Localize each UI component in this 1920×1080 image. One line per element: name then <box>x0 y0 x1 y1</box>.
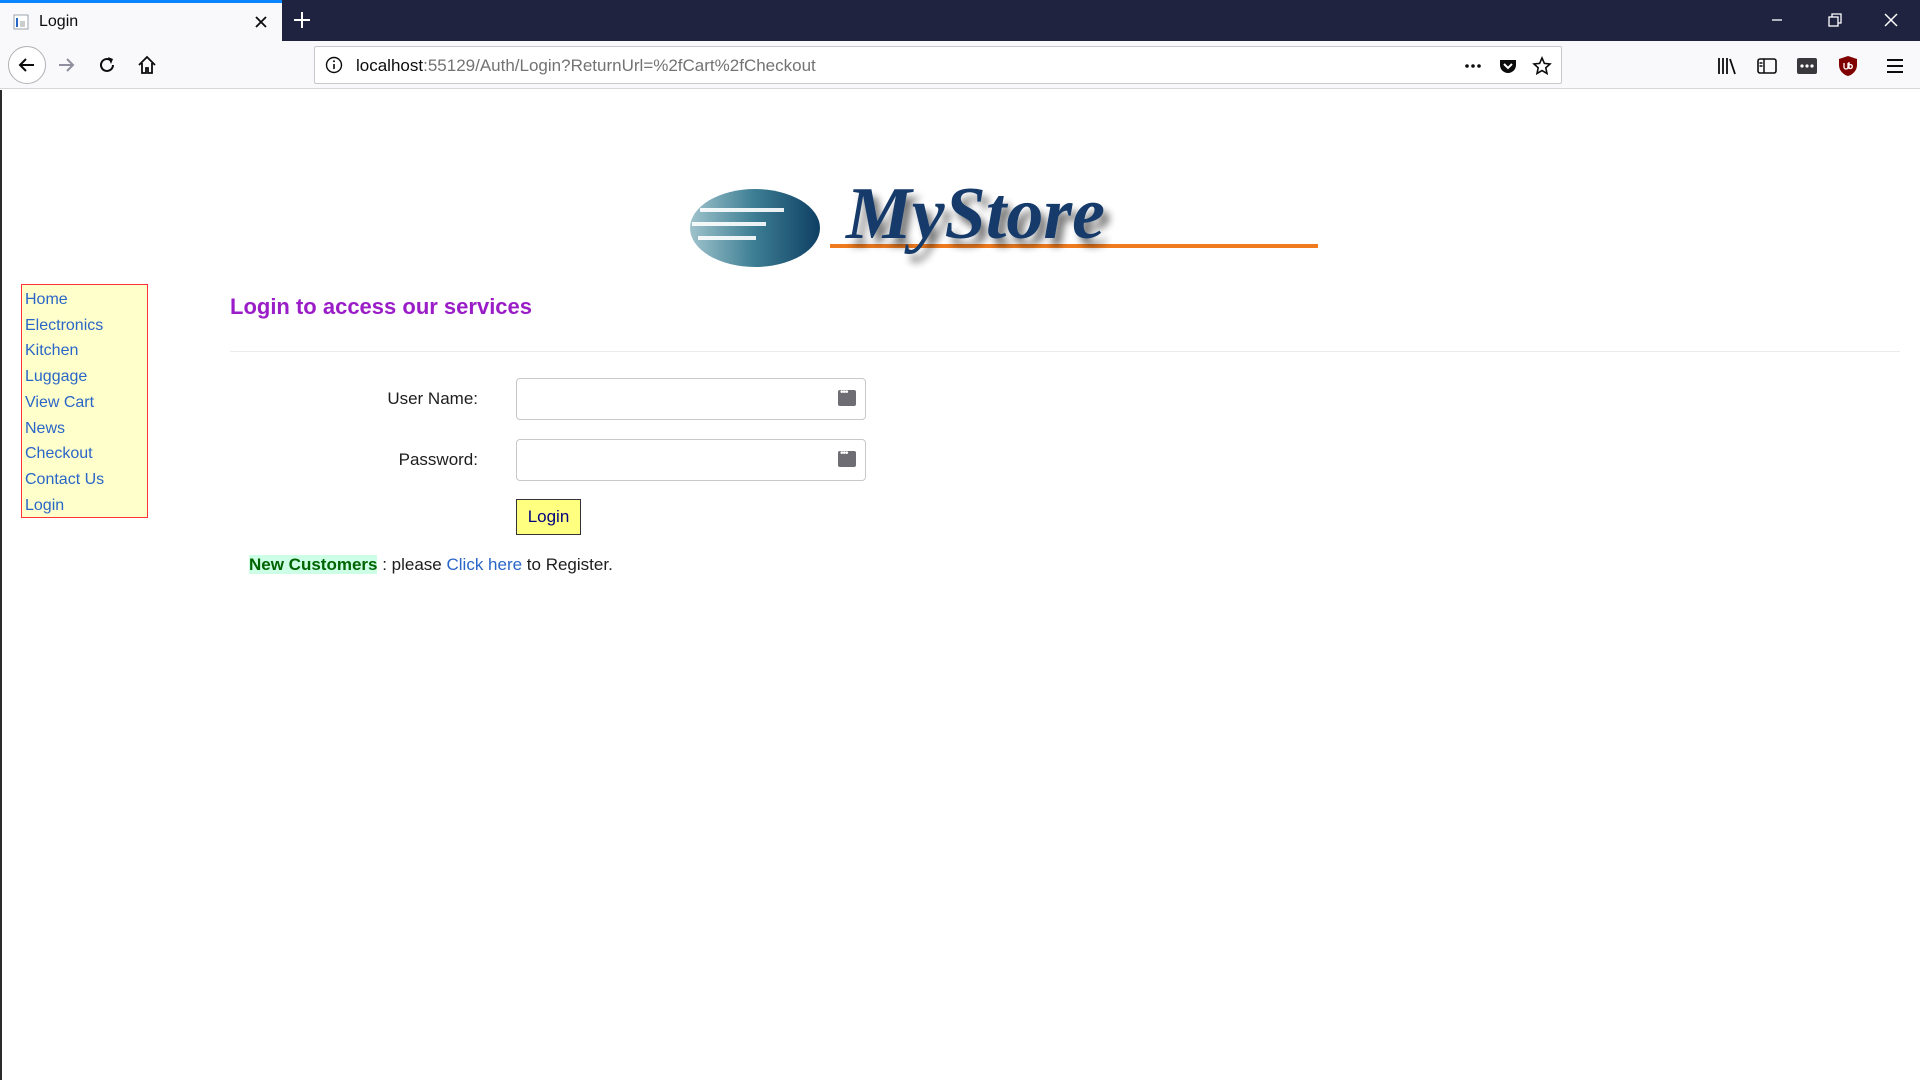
new-customers-label: New Customers <box>249 555 378 574</box>
arrow-right-icon <box>59 58 75 72</box>
ublock-shield-icon[interactable] <box>1837 55 1859 77</box>
reload-icon <box>100 57 114 72</box>
page-heading: Login to access our services <box>230 294 533 319</box>
site-info-icon[interactable] <box>325 56 343 74</box>
nav-link-view-cart[interactable]: View Cart <box>25 390 144 416</box>
home-icon <box>138 55 156 74</box>
new-tab-icon[interactable] <box>292 10 312 30</box>
close-tab-icon[interactable] <box>252 13 270 31</box>
password-label: Password: <box>398 450 478 469</box>
home-button[interactable] <box>129 47 165 83</box>
username-label: User Name: <box>387 389 478 408</box>
page-favicon-icon <box>13 14 29 30</box>
forward-button[interactable] <box>48 47 84 83</box>
mystore-logo: MyStore <box>690 173 1318 267</box>
library-icon[interactable] <box>1716 55 1738 77</box>
page-content: MyStore Home Electronics Kitchen Luggage… <box>0 90 1920 1080</box>
password-manager-icon[interactable] <box>838 387 856 406</box>
arrow-left-icon <box>18 58 34 72</box>
nav-link-electronics[interactable]: Electronics <box>25 313 144 339</box>
page-actions-icon[interactable] <box>1463 56 1483 76</box>
back-button[interactable] <box>8 46 46 84</box>
register-text: : please <box>377 555 447 574</box>
address-bar[interactable]: localhost:55129/Auth/Login?ReturnUrl=%2f… <box>314 46 1562 84</box>
register-suffix: to Register. <box>522 555 613 574</box>
divider <box>230 351 1900 352</box>
pocket-icon[interactable] <box>1498 56 1518 76</box>
login-button[interactable]: Login <box>516 499 581 535</box>
extension-menu-icon[interactable] <box>1796 55 1818 77</box>
browser-tab[interactable]: Login <box>0 0 282 41</box>
password-input[interactable] <box>516 439 866 481</box>
navigation-toolbar: localhost:55129/Auth/Login?ReturnUrl=%2f… <box>0 41 1920 89</box>
register-prompt: New Customers : please Click here to Reg… <box>249 555 613 575</box>
nav-link-kitchen[interactable]: Kitchen <box>25 338 144 364</box>
logo-text: MyStore <box>845 173 1105 255</box>
nav-link-contact-us[interactable]: Contact Us <box>25 467 144 493</box>
password-manager-icon[interactable] <box>838 448 856 467</box>
hamburger-menu-icon[interactable] <box>1884 55 1906 77</box>
sidebar-nav: Home Electronics Kitchen Luggage View Ca… <box>21 284 148 518</box>
nav-link-luggage[interactable]: Luggage <box>25 364 144 390</box>
url-text: localhost:55129/Auth/Login?ReturnUrl=%2f… <box>356 56 816 75</box>
register-link[interactable]: Click here <box>446 555 522 574</box>
close-window-icon[interactable] <box>1880 9 1902 31</box>
nav-link-checkout[interactable]: Checkout <box>25 441 144 467</box>
nav-link-news[interactable]: News <box>25 416 144 442</box>
tab-title: Login <box>39 13 79 30</box>
minimize-icon[interactable] <box>1766 9 1788 31</box>
nav-link-login[interactable]: Login <box>25 493 144 519</box>
restore-icon[interactable] <box>1824 9 1846 31</box>
bookmark-star-icon[interactable] <box>1532 56 1552 76</box>
reload-button[interactable] <box>89 47 125 83</box>
nav-link-home[interactable]: Home <box>25 287 144 313</box>
sidebar-toggle-icon[interactable] <box>1756 55 1778 77</box>
tab-strip: Login <box>0 0 1920 41</box>
username-input[interactable] <box>516 378 866 420</box>
